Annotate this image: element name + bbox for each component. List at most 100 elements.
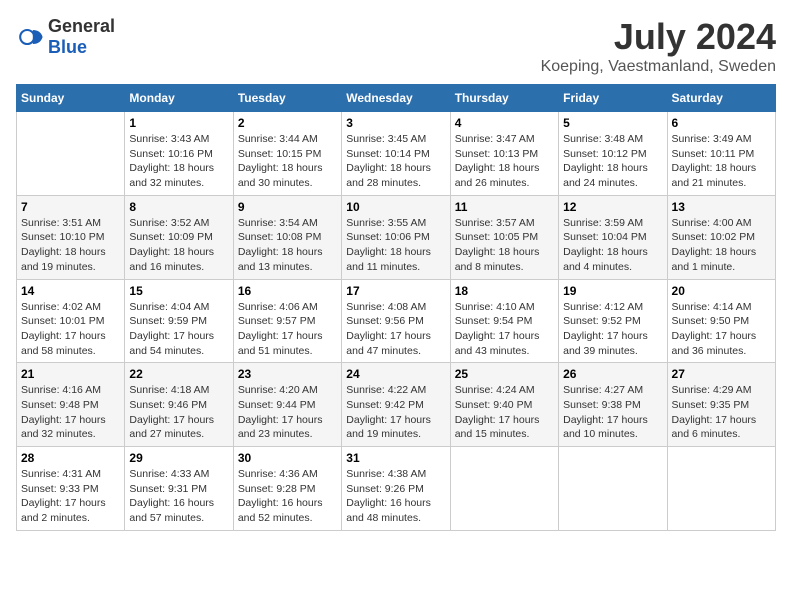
header-tuesday: Tuesday [233,85,341,112]
header-monday: Monday [125,85,233,112]
day-info: Sunrise: 4:18 AM Sunset: 9:46 PM Dayligh… [129,383,228,442]
day-number: 14 [21,284,120,298]
day-info: Sunrise: 3:43 AM Sunset: 10:16 PM Daylig… [129,132,228,191]
day-cell-2-6: 20 Sunrise: 4:14 AM Sunset: 9:50 PM Dayli… [667,279,775,363]
day-cell-2-2: 16 Sunrise: 4:06 AM Sunset: 9:57 PM Dayli… [233,279,341,363]
logo: General Blue [16,16,115,58]
day-info: Sunrise: 4:06 AM Sunset: 9:57 PM Dayligh… [238,300,337,359]
day-cell-2-0: 14 Sunrise: 4:02 AM Sunset: 10:01 PM Dayl… [17,279,125,363]
day-info: Sunrise: 4:16 AM Sunset: 9:48 PM Dayligh… [21,383,120,442]
day-cell-1-0: 7 Sunrise: 3:51 AM Sunset: 10:10 PM Dayli… [17,195,125,279]
day-number: 12 [563,200,662,214]
day-cell-0-0 [17,112,125,196]
logo-icon [16,23,44,51]
day-info: Sunrise: 3:48 AM Sunset: 10:12 PM Daylig… [563,132,662,191]
day-number: 23 [238,367,337,381]
day-cell-4-3: 31 Sunrise: 4:38 AM Sunset: 9:26 PM Dayli… [342,447,450,531]
day-cell-2-3: 17 Sunrise: 4:08 AM Sunset: 9:56 PM Dayli… [342,279,450,363]
day-number: 27 [672,367,771,381]
day-number: 8 [129,200,228,214]
day-info: Sunrise: 3:54 AM Sunset: 10:08 PM Daylig… [238,216,337,275]
day-cell-4-2: 30 Sunrise: 4:36 AM Sunset: 9:28 PM Dayli… [233,447,341,531]
day-number: 31 [346,451,445,465]
day-number: 4 [455,116,554,130]
day-info: Sunrise: 4:27 AM Sunset: 9:38 PM Dayligh… [563,383,662,442]
day-number: 1 [129,116,228,130]
day-number: 5 [563,116,662,130]
header-wednesday: Wednesday [342,85,450,112]
day-cell-1-6: 13 Sunrise: 4:00 AM Sunset: 10:02 PM Dayl… [667,195,775,279]
subtitle: Koeping, Vaestmanland, Sweden [541,58,776,76]
week-row-1: 7 Sunrise: 3:51 AM Sunset: 10:10 PM Dayli… [17,195,776,279]
header-sunday: Sunday [17,85,125,112]
day-number: 16 [238,284,337,298]
day-info: Sunrise: 4:29 AM Sunset: 9:35 PM Dayligh… [672,383,771,442]
day-number: 30 [238,451,337,465]
day-number: 7 [21,200,120,214]
day-number: 9 [238,200,337,214]
header-row: Sunday Monday Tuesday Wednesday Thursday… [17,85,776,112]
day-info: Sunrise: 3:49 AM Sunset: 10:11 PM Daylig… [672,132,771,191]
day-info: Sunrise: 4:04 AM Sunset: 9:59 PM Dayligh… [129,300,228,359]
day-number: 24 [346,367,445,381]
day-cell-3-1: 22 Sunrise: 4:18 AM Sunset: 9:46 PM Dayli… [125,363,233,447]
day-info: Sunrise: 3:57 AM Sunset: 10:05 PM Daylig… [455,216,554,275]
day-cell-0-6: 6Sunrise: 3:49 AM Sunset: 10:11 PM Dayli… [667,112,775,196]
day-number: 2 [238,116,337,130]
day-cell-3-6: 27 Sunrise: 4:29 AM Sunset: 9:35 PM Dayli… [667,363,775,447]
day-cell-4-6 [667,447,775,531]
day-cell-0-3: 3Sunrise: 3:45 AM Sunset: 10:14 PM Dayli… [342,112,450,196]
day-cell-0-2: 2 Sunrise: 3:44 AM Sunset: 10:15 PM Dayli… [233,112,341,196]
day-number: 22 [129,367,228,381]
day-cell-0-1: 1 Sunrise: 3:43 AM Sunset: 10:16 PM Dayli… [125,112,233,196]
week-row-2: 14 Sunrise: 4:02 AM Sunset: 10:01 PM Dayl… [17,279,776,363]
header: General Blue July 2024 Koeping, Vaestman… [16,16,776,76]
day-info: Sunrise: 4:02 AM Sunset: 10:01 PM Daylig… [21,300,120,359]
day-cell-1-5: 12 Sunrise: 3:59 AM Sunset: 10:04 PM Dayl… [559,195,667,279]
day-cell-3-3: 24 Sunrise: 4:22 AM Sunset: 9:42 PM Dayli… [342,363,450,447]
day-info: Sunrise: 3:55 AM Sunset: 10:06 PM Daylig… [346,216,445,275]
day-number: 10 [346,200,445,214]
logo-general: General [48,16,115,36]
header-friday: Friday [559,85,667,112]
header-thursday: Thursday [450,85,558,112]
day-info: Sunrise: 4:12 AM Sunset: 9:52 PM Dayligh… [563,300,662,359]
day-info: Sunrise: 4:33 AM Sunset: 9:31 PM Dayligh… [129,467,228,526]
day-info: Sunrise: 3:45 AM Sunset: 10:14 PM Daylig… [346,132,445,191]
day-number: 29 [129,451,228,465]
day-info: Sunrise: 4:00 AM Sunset: 10:02 PM Daylig… [672,216,771,275]
day-number: 21 [21,367,120,381]
day-cell-1-2: 9 Sunrise: 3:54 AM Sunset: 10:08 PM Dayli… [233,195,341,279]
day-info: Sunrise: 4:10 AM Sunset: 9:54 PM Dayligh… [455,300,554,359]
day-number: 13 [672,200,771,214]
day-cell-3-5: 26 Sunrise: 4:27 AM Sunset: 9:38 PM Dayli… [559,363,667,447]
day-number: 17 [346,284,445,298]
day-number: 20 [672,284,771,298]
day-cell-0-5: 5 Sunrise: 3:48 AM Sunset: 10:12 PM Dayli… [559,112,667,196]
day-cell-0-4: 4 Sunrise: 3:47 AM Sunset: 10:13 PM Dayli… [450,112,558,196]
main-title: July 2024 [541,16,776,58]
logo-blue: Blue [48,37,87,57]
day-info: Sunrise: 4:22 AM Sunset: 9:42 PM Dayligh… [346,383,445,442]
day-number: 28 [21,451,120,465]
day-info: Sunrise: 4:38 AM Sunset: 9:26 PM Dayligh… [346,467,445,526]
day-info: Sunrise: 4:14 AM Sunset: 9:50 PM Dayligh… [672,300,771,359]
day-info: Sunrise: 4:08 AM Sunset: 9:56 PM Dayligh… [346,300,445,359]
day-number: 19 [563,284,662,298]
calendar-table: Sunday Monday Tuesday Wednesday Thursday… [16,84,776,531]
week-row-4: 28Sunrise: 4:31 AM Sunset: 9:33 PM Dayli… [17,447,776,531]
day-number: 26 [563,367,662,381]
day-info: Sunrise: 3:51 AM Sunset: 10:10 PM Daylig… [21,216,120,275]
title-area: July 2024 Koeping, Vaestmanland, Sweden [541,16,776,76]
week-row-3: 21 Sunrise: 4:16 AM Sunset: 9:48 PM Dayli… [17,363,776,447]
day-info: Sunrise: 4:20 AM Sunset: 9:44 PM Dayligh… [238,383,337,442]
day-number: 18 [455,284,554,298]
day-info: Sunrise: 4:36 AM Sunset: 9:28 PM Dayligh… [238,467,337,526]
day-info: Sunrise: 3:47 AM Sunset: 10:13 PM Daylig… [455,132,554,191]
day-number: 15 [129,284,228,298]
calendar-body: 1 Sunrise: 3:43 AM Sunset: 10:16 PM Dayli… [17,112,776,531]
day-cell-1-3: 10 Sunrise: 3:55 AM Sunset: 10:06 PM Dayl… [342,195,450,279]
day-cell-3-4: 25Sunrise: 4:24 AM Sunset: 9:40 PM Dayli… [450,363,558,447]
day-info: Sunrise: 3:59 AM Sunset: 10:04 PM Daylig… [563,216,662,275]
day-info: Sunrise: 3:44 AM Sunset: 10:15 PM Daylig… [238,132,337,191]
